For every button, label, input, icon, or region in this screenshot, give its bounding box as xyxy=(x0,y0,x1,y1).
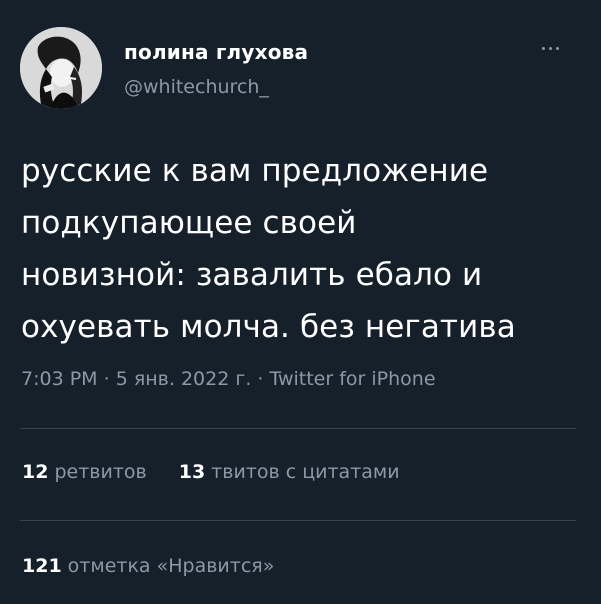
meta-separator: · xyxy=(97,368,116,390)
tweet-source[interactable]: Twitter for iPhone xyxy=(269,368,435,390)
more-dot xyxy=(555,46,559,50)
likes-count: 121 xyxy=(22,555,62,577)
tweet-meta: 7:03 PM · 5 янв. 2022 г. · Twitter for i… xyxy=(21,368,436,390)
more-horizontal-icon xyxy=(541,46,545,50)
meta-separator: · xyxy=(251,368,270,390)
tweet-text: русские к вам предложение подкупающее св… xyxy=(21,153,516,345)
retweets-label: ретвитов xyxy=(54,461,147,483)
divider xyxy=(20,428,576,429)
avatar[interactable] xyxy=(20,27,102,109)
author-name[interactable]: полина глухова xyxy=(124,40,308,64)
tweet-stats: 12 ретвитов 13 твитов с цитатами xyxy=(22,461,432,483)
tweet-card: полина глухова @whitechurch_ русские к в… xyxy=(0,0,601,604)
likes-label: отметка «Нравится» xyxy=(67,555,275,577)
more-dot xyxy=(548,46,552,50)
divider xyxy=(20,520,576,521)
likes-stat[interactable]: 121 отметка «Нравится» xyxy=(22,555,274,577)
avatar-photo xyxy=(20,27,102,109)
tweet-date[interactable]: 5 янв. 2022 г. xyxy=(116,368,252,390)
retweets-count: 12 xyxy=(22,461,49,483)
tweet-time[interactable]: 7:03 PM xyxy=(21,368,98,390)
retweets-stat[interactable]: 12 ретвитов xyxy=(22,461,147,483)
quotes-label: твитов с цитатами xyxy=(211,461,400,483)
quotes-stat[interactable]: 13 твитов с цитатами xyxy=(179,461,400,483)
quotes-count: 13 xyxy=(178,461,206,483)
more-options-button[interactable] xyxy=(532,36,568,60)
author-handle[interactable]: @whitechurch_ xyxy=(124,76,269,98)
